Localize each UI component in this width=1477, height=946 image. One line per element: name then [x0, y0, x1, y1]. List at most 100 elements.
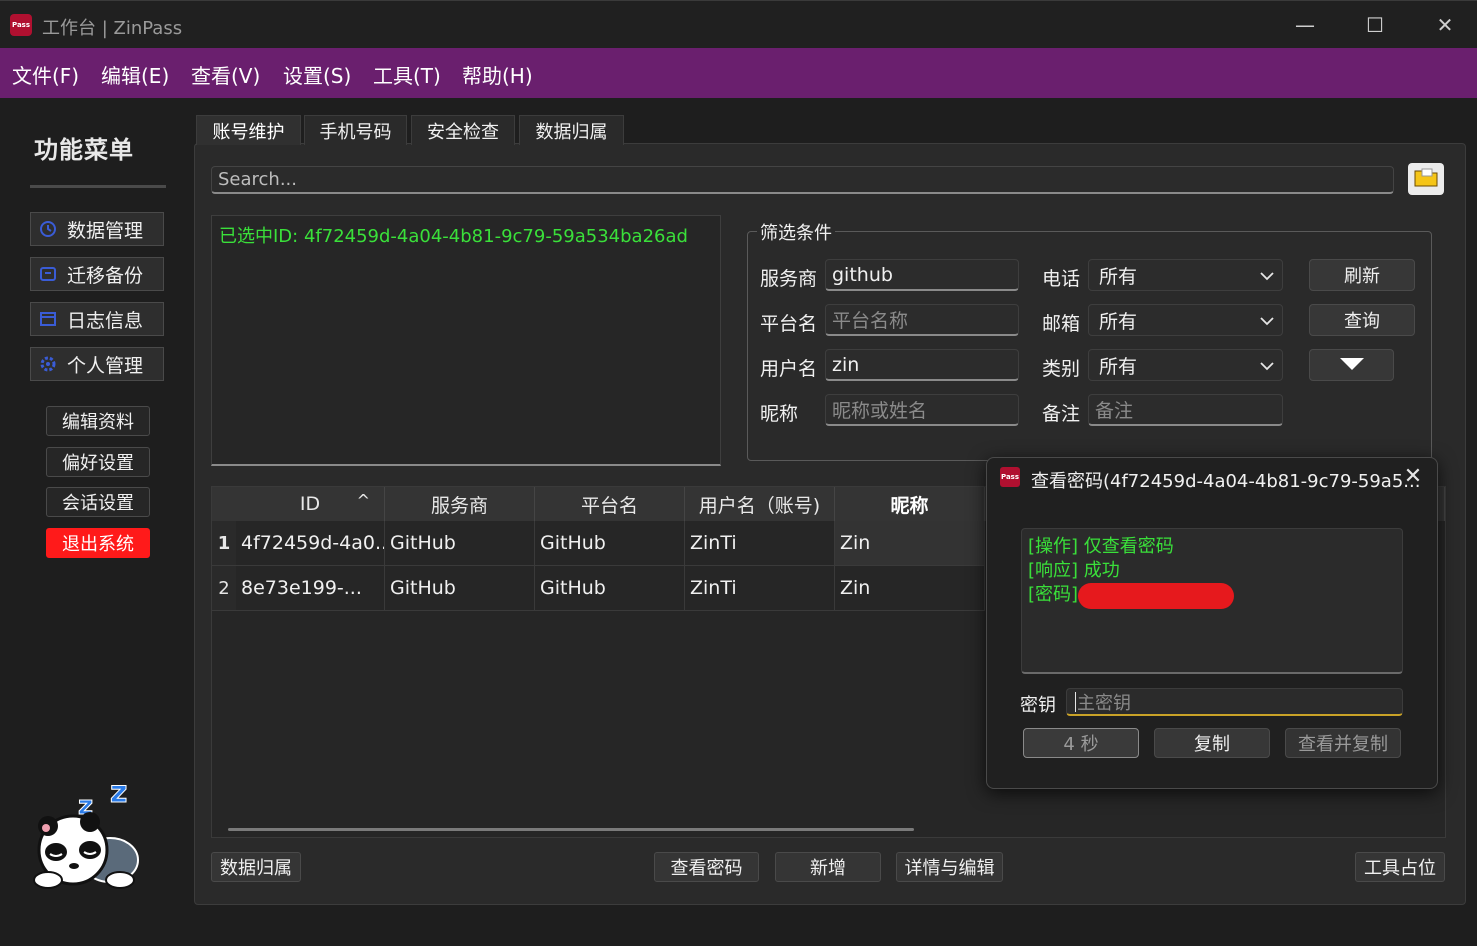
title-bar	[0, 0, 1477, 48]
minimize-button[interactable]: —	[1290, 12, 1320, 38]
preferences-button[interactable]: 偏好设置	[46, 447, 150, 477]
column-header-username[interactable]: 用户名（账号)	[685, 487, 835, 521]
copy-button[interactable]: 复制	[1154, 728, 1270, 758]
note-input[interactable]: 备注	[1088, 394, 1283, 426]
tab-security-check[interactable]: 安全检查	[411, 115, 515, 145]
add-button[interactable]: 新增	[775, 852, 881, 882]
selected-info-panel: 已选中ID: 4f72459d-4a04-4b81-9c79-59a534ba2…	[211, 215, 721, 466]
selected-id-text: 已选中ID: 4f72459d-4a04-4b81-9c79-59a534ba2…	[219, 226, 688, 247]
view-and-copy-button[interactable]: 查看并复制	[1285, 728, 1401, 758]
close-window-button[interactable]: ✕	[1430, 12, 1460, 38]
nav-personal-management[interactable]: 个人管理	[30, 347, 164, 381]
nav-migration-backup[interactable]: 迁移备份	[30, 257, 164, 291]
text-caret	[1075, 691, 1076, 712]
filter-legend: 筛选条件	[757, 219, 835, 245]
menu-file[interactable]: 文件(F)	[12, 60, 79, 89]
tab-account-maintenance[interactable]: 账号维护	[196, 115, 301, 145]
email-label: 邮箱	[1042, 313, 1081, 335]
row-number[interactable]: 2	[212, 566, 236, 611]
menu-view[interactable]: 查看(V)	[191, 60, 260, 89]
folder-icon	[1414, 167, 1438, 191]
nav-label: 个人管理	[67, 354, 144, 377]
horizontal-scrollbar[interactable]	[228, 828, 914, 831]
nav-data-management[interactable]: 数据管理	[30, 212, 164, 246]
chevron-down-icon	[1260, 354, 1274, 376]
menu-edit[interactable]: 编辑(E)	[101, 60, 169, 89]
table-cell[interactable]: Zin	[835, 566, 985, 611]
maximize-button[interactable]: ☐	[1360, 12, 1390, 38]
divider	[30, 185, 166, 188]
data-owner-button[interactable]: 数据归属	[211, 852, 301, 882]
session-settings-button[interactable]: 会话设置	[46, 487, 150, 517]
category-select-value: 所有	[1099, 355, 1138, 378]
gear-icon	[39, 355, 57, 373]
edit-profile-button[interactable]: 编辑资料	[46, 406, 150, 436]
platform-input[interactable]: 平台名称	[825, 304, 1019, 336]
table-cell[interactable]: GitHub	[535, 566, 685, 611]
logout-button[interactable]: 退出系统	[46, 528, 150, 558]
svg-text:z: z	[110, 776, 127, 810]
search-input[interactable]	[211, 166, 1394, 194]
email-select[interactable]: 所有	[1088, 304, 1283, 336]
header-label: ID	[299, 493, 321, 515]
sort-ascending-icon: ^	[356, 491, 370, 510]
dialog-close-button[interactable]: ✕	[1400, 463, 1426, 491]
table-cell[interactable]: ZinTi	[685, 521, 835, 566]
column-header-provider[interactable]: 服务商	[385, 487, 535, 521]
menu-tools[interactable]: 工具(T)	[373, 60, 441, 89]
refresh-button[interactable]: 刷新	[1309, 259, 1415, 291]
nav-label: 数据管理	[67, 219, 144, 242]
table-cell[interactable]: 4f72459d-4a0...	[236, 521, 385, 566]
app-logo-icon: Pass	[10, 14, 32, 36]
app-logo-icon: Pass	[1000, 467, 1020, 487]
table-cell[interactable]: Zin	[835, 521, 985, 566]
log-icon	[39, 310, 57, 328]
table-cell[interactable]: GitHub	[535, 521, 685, 566]
log-line: [响应] 成功	[1028, 560, 1120, 581]
key-label: 密钥	[1020, 695, 1056, 716]
function-menu-title: 功能菜单	[34, 136, 134, 164]
view-password-button[interactable]: 查看密码	[654, 852, 759, 882]
log-line: [操作] 仅查看密码	[1028, 536, 1174, 557]
table-corner	[212, 487, 236, 521]
folder-button[interactable]	[1408, 163, 1444, 195]
data-icon	[39, 220, 57, 238]
table-cell[interactable]: ZinTi	[685, 566, 835, 611]
note-label: 备注	[1042, 403, 1081, 425]
nickname-input[interactable]: 昵称或姓名	[825, 394, 1019, 426]
query-button[interactable]: 查询	[1309, 304, 1415, 336]
username-label: 用户名	[760, 358, 818, 380]
phone-select[interactable]: 所有	[1088, 259, 1283, 291]
detail-edit-button[interactable]: 详情与编辑	[896, 852, 1003, 882]
master-key-input[interactable]: 主密钥	[1066, 688, 1403, 716]
table-cell[interactable]: 8e73e199-...	[236, 566, 385, 611]
table-cell[interactable]: GitHub	[385, 566, 535, 611]
nav-log-info[interactable]: 日志信息	[30, 302, 164, 336]
username-input[interactable]: zin	[825, 349, 1019, 381]
menu-settings[interactable]: 设置(S)	[283, 60, 351, 89]
category-label: 类别	[1042, 358, 1081, 380]
nav-label: 日志信息	[67, 309, 144, 332]
password-redaction	[1078, 583, 1234, 609]
triangle-down-icon	[1339, 355, 1365, 376]
expand-button[interactable]	[1309, 349, 1394, 381]
column-header-nickname[interactable]: 昵称	[835, 487, 985, 521]
tab-phone-number[interactable]: 手机号码	[304, 115, 407, 145]
tab-data-ownership[interactable]: 数据归属	[519, 115, 624, 145]
tool-placeholder-button[interactable]: 工具占位	[1355, 852, 1445, 882]
table-cell[interactable]: GitHub	[385, 521, 535, 566]
sleeping-panda-icon: z z	[28, 775, 144, 890]
nav-label: 迁移备份	[67, 264, 144, 287]
column-header-id[interactable]: ID ^	[236, 487, 385, 521]
menu-help[interactable]: 帮助(H)	[462, 60, 533, 89]
countdown-button[interactable]: 4 秒	[1023, 728, 1139, 758]
phone-label: 电话	[1042, 268, 1081, 290]
provider-input[interactable]: github	[825, 259, 1019, 291]
backup-icon	[39, 265, 57, 283]
platform-label: 平台名	[760, 313, 818, 335]
category-select[interactable]: 所有	[1088, 349, 1283, 381]
row-number[interactable]: 1	[212, 521, 236, 566]
column-header-platform[interactable]: 平台名	[535, 487, 685, 521]
key-placeholder: 主密钥	[1077, 692, 1131, 714]
provider-label: 服务商	[760, 268, 818, 290]
